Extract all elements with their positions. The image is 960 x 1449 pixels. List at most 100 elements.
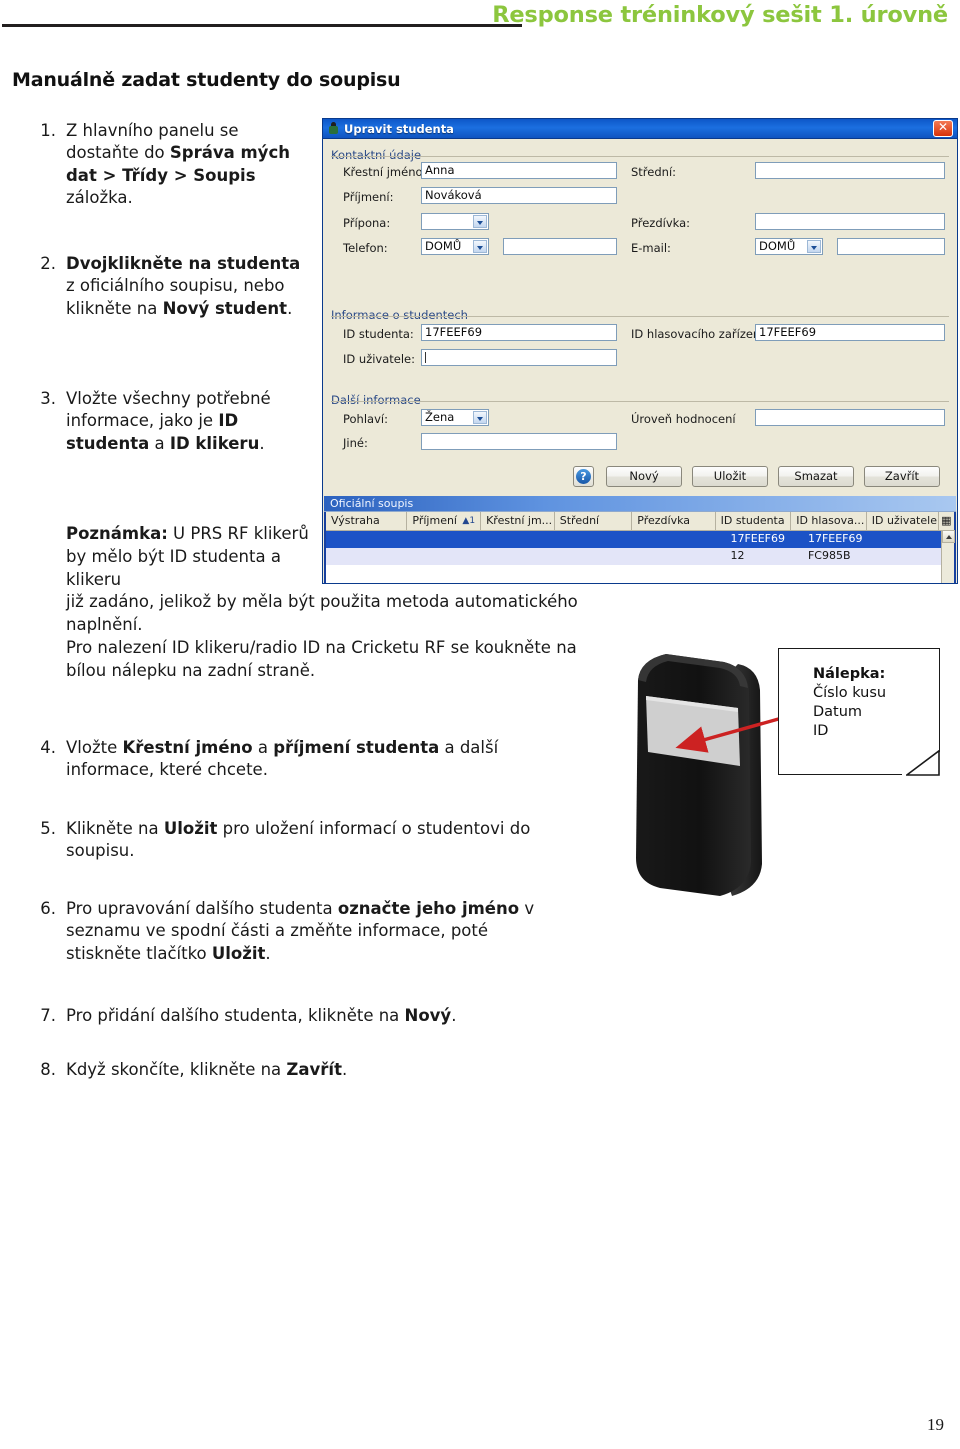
student-id-label: ID studenta: <box>343 327 414 341</box>
page-title: Manuálně zadat studenty do soupisu <box>12 69 401 91</box>
device-id-label: ID hlasovacího zařízení: <box>631 327 768 341</box>
user-id-input[interactable] <box>421 349 617 366</box>
middle-name-label: Střední: <box>631 165 677 179</box>
column-header-middle[interactable]: Střední <box>555 512 633 530</box>
cell-firstname <box>485 548 561 565</box>
roster-panel-title: Oficiální soupis <box>324 496 956 512</box>
phone-input[interactable] <box>503 238 617 255</box>
fieldset-other-info-legend: Další informace <box>331 393 426 407</box>
grade-level-input[interactable] <box>755 409 945 426</box>
save-button[interactable]: Uložit <box>692 466 768 487</box>
column-header-firstname[interactable]: Křestní jm... <box>481 512 555 530</box>
fieldset-contact-legend: Kontaktní údaje <box>331 148 427 162</box>
instruction-step-1: 1. Z hlavního panelu se dostaňte do Sprá… <box>30 120 298 210</box>
student-icon <box>327 122 340 135</box>
roster-grid: Výstraha Příjmení ▲1 Křestní jm... Středn… <box>324 512 956 583</box>
step-text: Vložte všechny potřebné informace, jako … <box>66 389 271 453</box>
column-header-student-id[interactable]: ID studenta <box>716 512 792 530</box>
fieldset-other-info-rule <box>331 401 949 402</box>
first-name-input[interactable]: Anna <box>421 162 617 179</box>
callout-title: Nálepka: <box>813 666 886 682</box>
cell-nickname <box>640 548 725 565</box>
user-id-label: ID uživatele: <box>343 352 416 366</box>
gender-select[interactable]: Žena <box>421 409 489 426</box>
callout-line-3: ID <box>813 723 829 740</box>
step-text: Vložte Křestní jméno a příjmení studenta… <box>66 738 499 780</box>
suffix-label: Přípona: <box>343 216 391 230</box>
step-text: Pro upravování dalšího studenta označte … <box>66 899 535 963</box>
nickname-input[interactable] <box>755 213 945 230</box>
cell-middle <box>561 548 641 565</box>
phone-label: Telefon: <box>343 241 388 255</box>
instruction-step-6: 6. Pro upravování dalšího studenta označ… <box>30 898 560 965</box>
step-text: Dvojklikněte na studenta z oficiálního s… <box>66 254 301 318</box>
dialog-titlebar: Upravit studenta ✕ <box>323 119 957 139</box>
table-row[interactable]: 12 FC985B <box>326 548 954 565</box>
step-number: 7. <box>40 1006 56 1025</box>
step-text: Z hlavního panelu se dostaňte do Správa … <box>66 121 290 208</box>
question-mark-icon: ? <box>576 469 591 484</box>
close-icon[interactable]: ✕ <box>933 120 953 137</box>
cell-firstname <box>485 531 561 548</box>
instruction-step-8: 8. Když skončíte, klikněte na Zavřít. <box>30 1059 570 1081</box>
column-header-user-id[interactable]: ID uživatele <box>867 512 939 530</box>
column-header-lastname[interactable]: Příjmení ▲1 <box>407 512 482 530</box>
fieldset-contact-rule <box>331 156 949 157</box>
dialog-title: Upravit studenta <box>344 121 454 136</box>
page-number: 19 <box>927 1415 944 1434</box>
chevron-down-icon[interactable] <box>473 240 487 253</box>
text-caret <box>425 352 426 363</box>
step-text: Když skončíte, klikněte na Zavřít. <box>66 1060 348 1079</box>
email-type-select[interactable]: DOMŮ <box>755 238 823 255</box>
step-number: 4. <box>40 738 56 757</box>
fieldset-student-info-rule <box>331 316 949 317</box>
instruction-step-7: 7. Pro přidání dalšího studenta, kliknět… <box>30 1005 570 1027</box>
cell-middle <box>561 531 641 548</box>
student-id-input[interactable]: 17FEEF69 <box>421 324 617 341</box>
dialog-body: Kontaktní údaje Křestní jméno: Anna Stře… <box>323 139 957 497</box>
new-button[interactable]: Nový <box>606 466 682 487</box>
last-name-label: Příjmení: <box>343 190 394 204</box>
device-id-input[interactable]: 17FEEF69 <box>755 324 945 341</box>
cell-warning <box>326 548 409 565</box>
edit-student-dialog: Upravit studenta ✕ Kontaktní údaje Křest… <box>322 118 958 584</box>
other-input[interactable] <box>421 433 617 450</box>
last-name-input[interactable]: Nováková <box>421 187 617 204</box>
delete-button[interactable]: Smazat <box>778 466 854 487</box>
column-header-warning[interactable]: Výstraha <box>326 512 408 530</box>
step-number: 6. <box>40 899 56 918</box>
close-button[interactable]: Zavřít <box>864 466 940 487</box>
step-number: 5. <box>40 819 56 838</box>
column-header-device-id[interactable]: ID hlasova... <box>791 512 867 530</box>
note-line-2: již zadáno, jelikož by měla být použita … <box>66 592 578 635</box>
callout-line-2: Datum <box>813 704 863 721</box>
grid-columns-icon[interactable]: ▦ <box>939 512 954 530</box>
cell-warning <box>326 531 409 548</box>
cell-device-id: 17FEEF69 <box>807 532 863 545</box>
chevron-down-icon[interactable] <box>807 240 821 253</box>
scroll-up-icon[interactable] <box>942 530 955 543</box>
fieldset-other-info: Další informace <box>331 393 949 460</box>
middle-name-input[interactable] <box>755 162 945 179</box>
instruction-step-4: 4. Vložte Křestní jméno a příjmení stude… <box>30 737 550 782</box>
clicker-device-illustration <box>620 638 800 918</box>
phone-type-select[interactable]: DOMŮ <box>421 238 489 255</box>
column-header-nickname[interactable]: Přezdívka <box>632 512 716 530</box>
step-text: Klikněte na Uložit pro uložení informací… <box>66 819 531 861</box>
chevron-down-icon[interactable] <box>473 215 487 228</box>
instruction-step-3: 3. Vložte všechny potřebné informace, ja… <box>30 388 306 455</box>
email-input[interactable] <box>837 238 945 255</box>
first-name-label: Křestní jméno: <box>343 165 427 179</box>
chevron-down-icon[interactable] <box>473 411 487 424</box>
help-button[interactable]: ? <box>573 466 594 487</box>
gender-select-value: Žena <box>425 410 455 424</box>
note-narrow-part: Poznámka: U PRS RF klikerů by mělo být I… <box>66 523 316 591</box>
suffix-select[interactable] <box>421 213 489 230</box>
table-row[interactable]: 17FEEF69 17FEEF69 <box>326 531 954 548</box>
phone-type-value: DOMŮ <box>425 239 462 253</box>
step-number: 3. <box>40 389 56 408</box>
vertical-scrollbar[interactable] <box>941 530 955 583</box>
step-number: 1. <box>40 121 56 140</box>
email-type-value: DOMŮ <box>759 239 796 253</box>
step-number: 8. <box>40 1060 56 1079</box>
